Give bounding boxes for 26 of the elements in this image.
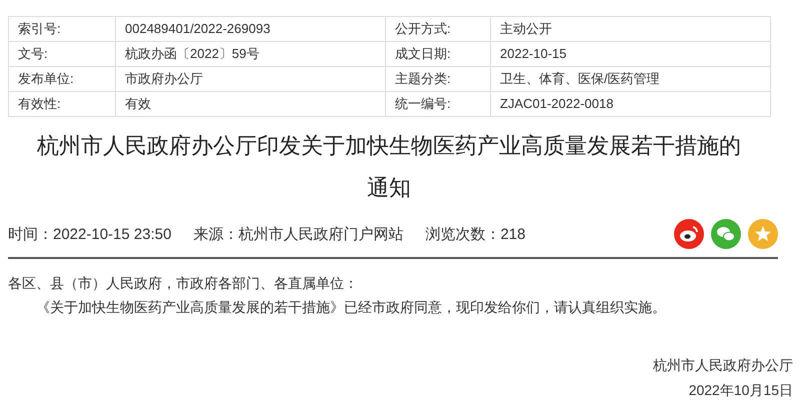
chat-bubbles-icon[interactable] [711, 219, 741, 249]
salutation-text: 各区、县（市）人民政府，市政府各部门、各直属单位： [8, 274, 359, 293]
table-cell: 杭政办函〔2022〕59号 [116, 42, 386, 67]
table-cell: 主动公开 [491, 17, 771, 42]
table-cell: ZJAC01-2022-0018 [491, 92, 771, 117]
table-cell: 统一编号: [386, 92, 491, 117]
table-cell: 2022-10-15 [491, 42, 771, 67]
table-cell: 市政府办公厅 [116, 67, 386, 92]
issue-date: 2022年10月15日 [688, 381, 793, 400]
table-cell: 发布单位: [9, 67, 116, 92]
table-cell: 主题分类: [386, 67, 491, 92]
body-paragraph: 《关于加快生物医药产业高质量发展的若干措施》已经市政府同意，现印发给你们，请认真组织实施。 [35, 298, 667, 317]
table-cell: 索引号: [9, 17, 116, 42]
article-title: 杭州市人民政府办公厅印发关于加快生物医药产业高质量发展若干措施的通知 [36, 132, 742, 202]
table-cell: 有效 [116, 92, 386, 117]
table-cell: 002489401/2022-269093 [116, 17, 386, 42]
weibo-share-icon[interactable] [674, 219, 704, 249]
source-text: 来源：杭州市人民政府门户网站 [193, 224, 404, 244]
table-cell: 文号: [9, 42, 116, 67]
table-cell: 公开方式: [386, 17, 491, 42]
table-cell: 有效性: [9, 92, 116, 117]
publish-time: 时间：2022-10-15 23:50 [8, 224, 172, 244]
table-cell: 成文日期: [386, 42, 491, 67]
issuer-name: 杭州市人民政府办公厅 [653, 356, 793, 375]
table-cell: 卫生、体育、医保/医药管理 [491, 67, 771, 92]
view-count: 浏览次数：218 [425, 224, 526, 244]
